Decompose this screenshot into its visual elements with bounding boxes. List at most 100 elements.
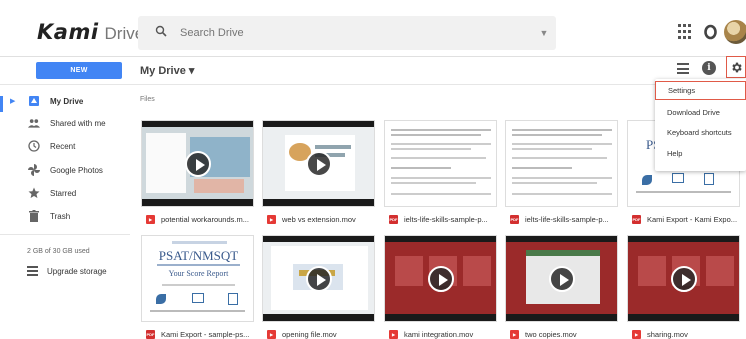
video-thumbnail <box>262 120 375 207</box>
play-icon <box>305 150 332 177</box>
sidebar-item-google-photos[interactable]: Google Photos <box>0 159 130 181</box>
file-card[interactable]: PDF ielts-life-skills-sample-p... <box>505 120 618 224</box>
play-icon <box>548 265 575 292</box>
top-bar: Kami Drive ▼ <box>0 10 746 56</box>
storage-icon <box>27 266 38 276</box>
file-name-row: ▶ sharing.mov <box>627 328 743 339</box>
info-icon[interactable]: i <box>702 61 716 75</box>
pdf-file-icon: PDF <box>510 214 519 224</box>
settings-button[interactable] <box>726 56 746 78</box>
file-name-row: PDF ielts-life-skills-sample-p... <box>505 213 621 225</box>
logo-kami: Kami <box>37 20 99 44</box>
sidebar-item-shared[interactable]: Shared with me <box>0 112 130 134</box>
file-card[interactable]: ▶ kami integration.mov <box>384 235 497 339</box>
file-name: two copies.mov <box>525 329 577 339</box>
settings-menu: Settings Download Drive Keyboard shortcu… <box>655 79 746 171</box>
app-logo[interactable]: Kami Drive <box>37 20 144 44</box>
breadcrumb-my-drive[interactable]: My Drive ▾ <box>140 64 194 77</box>
search-bar[interactable]: ▼ <box>138 16 556 50</box>
file-card[interactable]: ▶ web vs extension.mov <box>262 120 375 224</box>
file-name: kami integration.mov <box>404 329 474 339</box>
play-icon <box>670 265 697 292</box>
sidebar-item-label: Starred <box>50 188 77 198</box>
gear-icon <box>731 62 742 72</box>
file-name: potential workarounds.m... <box>161 214 249 224</box>
file-card[interactable]: ▶ sharing.mov <box>627 235 740 339</box>
video-thumbnail <box>262 235 375 322</box>
sidebar-item-label: Google Photos <box>50 165 103 175</box>
clock-icon <box>28 140 40 152</box>
menu-item-settings[interactable]: Settings <box>655 81 746 100</box>
storage-usage: 2 GB of 30 GB used <box>27 248 90 255</box>
file-card[interactable]: PDF ielts-life-skills-sample-p... <box>384 120 497 224</box>
menu-item-help[interactable]: Help <box>655 144 746 163</box>
new-button[interactable]: NEW <box>36 62 122 79</box>
file-name: web vs extension.mov <box>282 214 356 224</box>
apps-grid-icon[interactable] <box>678 24 694 40</box>
search-options-icon[interactable]: ▼ <box>532 28 556 38</box>
file-name: Kami Export - sample-ps... <box>161 329 250 339</box>
document-thumbnail: PSAT/NMSQT Your Score Report <box>141 235 254 322</box>
file-name-row: ▶ web vs extension.mov <box>262 213 378 225</box>
file-card[interactable]: ▶ potential workarounds.m... <box>141 120 254 224</box>
file-name: Kami Export - Kami Expo... <box>647 214 738 224</box>
video-thumbnail <box>627 235 740 322</box>
avatar[interactable] <box>724 20 746 44</box>
sidebar-divider <box>0 234 130 235</box>
star-icon <box>28 187 40 199</box>
upgrade-storage-link[interactable]: Upgrade storage <box>27 266 107 276</box>
file-name: ielts-life-skills-sample-p... <box>404 214 488 224</box>
psat-title: PSAT/NMSQT <box>158 248 239 263</box>
upgrade-storage-label: Upgrade storage <box>47 266 107 276</box>
play-icon <box>427 265 454 292</box>
psat-subtitle: Your Score Report <box>168 269 229 278</box>
file-card[interactable]: ▶ opening file.mov <box>262 235 375 339</box>
file-name-row: ▶ kami integration.mov <box>384 328 500 339</box>
trash-icon <box>28 210 40 222</box>
menu-item-download-drive[interactable]: Download Drive <box>655 103 746 122</box>
toolbar-divider <box>0 84 746 85</box>
sidebar-item-trash[interactable]: Trash <box>0 205 130 227</box>
menu-item-keyboard-shortcuts[interactable]: Keyboard shortcuts <box>655 123 746 142</box>
file-name-row: PDF ielts-life-skills-sample-p... <box>384 213 500 225</box>
sidebar-item-my-drive[interactable]: ▶ My Drive <box>0 90 130 112</box>
people-icon <box>28 117 40 129</box>
file-name: opening file.mov <box>282 329 337 339</box>
video-thumbnail <box>505 235 618 322</box>
file-name-row: PDF Kami Export - sample-ps... <box>141 328 257 339</box>
search-icon[interactable] <box>148 24 174 42</box>
file-card[interactable]: PSAT/NMSQT Your Score Report PDF Kami Ex… <box>141 235 254 339</box>
sidebar-item-label: Recent <box>50 141 76 151</box>
video-file-icon: ▶ <box>267 214 276 224</box>
sidebar-item-starred[interactable]: Starred <box>0 182 130 204</box>
file-name: ielts-life-skills-sample-p... <box>525 214 609 224</box>
pinwheel-icon <box>28 164 40 176</box>
file-name-row: ▶ opening file.mov <box>262 328 378 339</box>
document-thumbnail <box>505 120 618 207</box>
header-divider <box>0 56 746 57</box>
notification-icon[interactable] <box>703 23 718 41</box>
sidebar-item-label: Shared with me <box>50 118 106 128</box>
file-card[interactable]: ▶ two copies.mov <box>505 235 618 339</box>
file-name-row: ▶ potential workarounds.m... <box>141 213 257 225</box>
document-thumbnail <box>384 120 497 207</box>
list-view-icon[interactable] <box>677 63 689 74</box>
my-drive-icon <box>28 95 40 107</box>
file-name: sharing.mov <box>647 329 688 339</box>
video-file-icon: ▶ <box>632 329 641 339</box>
video-file-icon: ▶ <box>146 214 155 224</box>
search-input[interactable] <box>174 27 532 39</box>
file-name-row: ▶ two copies.mov <box>505 328 621 339</box>
expand-arrow-icon[interactable]: ▶ <box>10 97 15 105</box>
sidebar-item-recent[interactable]: Recent <box>0 135 130 157</box>
video-file-icon: ▶ <box>510 329 519 339</box>
sidebar-item-label: My Drive <box>50 96 84 106</box>
video-thumbnail <box>384 235 497 322</box>
play-icon <box>305 265 332 292</box>
sidebar-item-label: Trash <box>50 211 71 221</box>
video-file-icon: ▶ <box>389 329 398 339</box>
pdf-file-icon: PDF <box>632 214 641 224</box>
pdf-file-icon: PDF <box>389 214 398 224</box>
video-file-icon: ▶ <box>267 329 276 339</box>
file-name-row: PDF Kami Export - Kami Expo... <box>627 213 743 225</box>
